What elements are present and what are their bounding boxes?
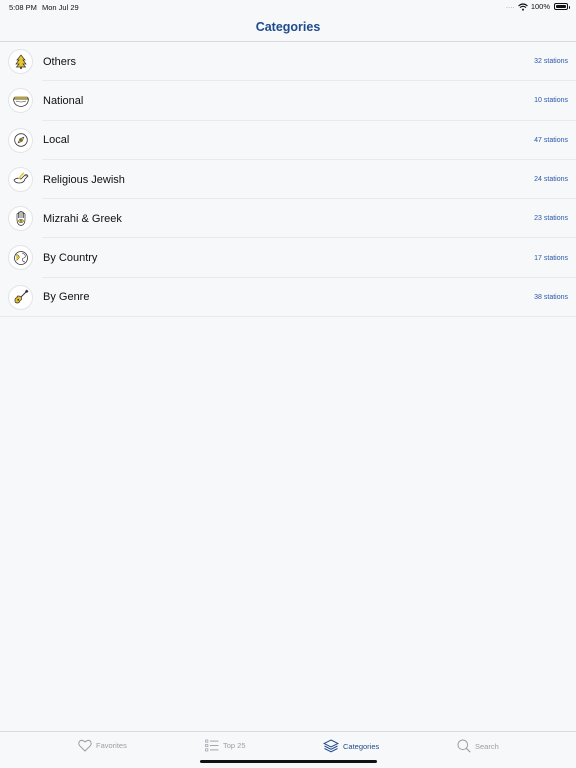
search-icon (457, 739, 471, 753)
category-label: Local (43, 134, 70, 147)
status-indicators: .... 100% (506, 2, 570, 11)
category-list: Others 32 stations National 10 stations … (0, 42, 576, 318)
guitar-icon (8, 284, 33, 310)
station-count: 10 stations (534, 97, 568, 105)
station-count: 24 stations (534, 176, 568, 184)
status-time: 5:08 PM (9, 3, 37, 12)
battery-icon (554, 3, 570, 10)
home-indicator[interactable] (200, 760, 377, 763)
tab-label: Top 25 (223, 741, 246, 750)
status-bar: 5:08 PM Mon Jul 29 .... 100% (0, 0, 576, 14)
station-count: 38 stations (534, 293, 568, 301)
tab-label: Favorites (96, 741, 127, 750)
tab-categories[interactable]: Categories (323, 739, 379, 753)
station-count: 17 stations (534, 254, 568, 262)
heart-icon (78, 739, 92, 752)
dove-icon (8, 166, 33, 192)
tree-icon (8, 49, 33, 74)
category-row-national[interactable]: National 10 stations (0, 81, 576, 121)
globe-icon (8, 245, 33, 271)
category-row-by-genre[interactable]: By Genre 38 stations (0, 278, 576, 318)
layers-icon (323, 739, 339, 753)
category-label: Others (43, 55, 77, 68)
category-label: Religious Jewish (43, 173, 125, 186)
category-row-religious-jewish[interactable]: Religious Jewish 24 stations (0, 160, 576, 200)
hamsa-icon (8, 206, 33, 232)
category-row-by-country[interactable]: By Country 17 stations (0, 238, 576, 279)
category-row-local[interactable]: Local 47 stations (0, 121, 576, 161)
category-row-mizrahi-greek[interactable]: Mizrahi & Greek 23 stations (0, 199, 576, 239)
signal-icon: .... (506, 3, 515, 10)
category-row-others[interactable]: Others 32 stations (0, 42, 576, 82)
station-count: 23 stations (534, 215, 568, 223)
page-title: Categories (255, 20, 321, 34)
category-label: By Country (43, 252, 98, 265)
wifi-icon (517, 2, 528, 11)
station-count: 32 stations (534, 58, 568, 66)
compass-icon (8, 127, 33, 153)
bowl-icon (8, 88, 33, 114)
list-icon (205, 739, 219, 752)
tab-label: Categories (343, 741, 380, 751)
category-label: Mizrahi & Greek (43, 212, 122, 225)
tab-top-25[interactable]: Top 25 (205, 739, 246, 752)
battery-percent: 100% (530, 2, 550, 11)
tab-favorites[interactable]: Favorites (78, 739, 127, 752)
tab-label: Search (475, 741, 499, 751)
category-label: By Genre (43, 291, 90, 304)
category-label: National (43, 94, 84, 107)
tab-search[interactable]: Search (457, 739, 499, 753)
tab-bar: Favorites Top 25 Categories Search (0, 731, 576, 768)
navigation-bar: Categories (0, 14, 576, 42)
station-count: 47 stations (534, 136, 568, 144)
status-date: Mon Jul 29 (42, 3, 79, 12)
